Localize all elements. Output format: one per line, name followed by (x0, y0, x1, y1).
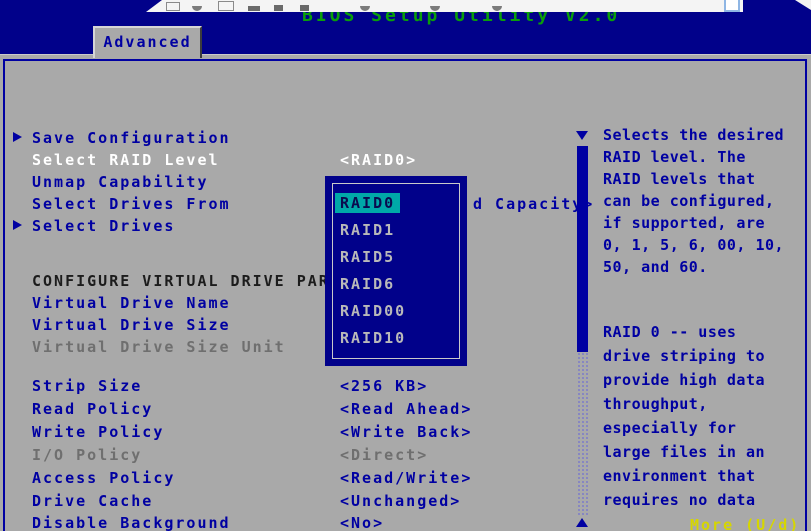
menu-item-label: Select Drives (32, 217, 175, 235)
submenu-arrow-icon (13, 132, 22, 142)
help-text-paragraph: RAID 0 -- usesdrive striping toprovide h… (603, 320, 765, 512)
menu-item-unmap-capability[interactable]: Unmap Capability (0, 173, 590, 190)
window-icon[interactable] (724, 0, 740, 12)
menu-item-select-raid-level[interactable]: Select RAID Level <RAID0> (0, 151, 590, 168)
toolbar-icon-partial[interactable] (300, 5, 309, 11)
raid-option-raid1[interactable]: RAID1 (340, 217, 467, 244)
toolbar-icon-partial[interactable] (274, 5, 283, 11)
help-text-line: Selects the desired (603, 124, 784, 146)
help-more-indicator: More (U/d) (690, 516, 800, 531)
menu-item-label: Unmap Capability (32, 173, 209, 191)
menu-item-value: <256 KB> (340, 377, 428, 395)
scroll-up-icon[interactable] (576, 518, 588, 527)
raid-level-options: RAID0 RAID1 RAID5 RAID6 RAID00 RAID10 (325, 176, 467, 352)
toolbar-icon-partial[interactable] (360, 6, 370, 11)
toolbar-icon-partial[interactable] (430, 6, 440, 11)
help-text-paragraph: Selects the desiredRAID level. TheRAID l… (603, 124, 784, 278)
help-text-line: environment that (603, 464, 765, 488)
raid-level-dropdown: RAID0 RAID1 RAID5 RAID6 RAID00 RAID10 (325, 176, 467, 366)
menu-item-value: <Write Back> (340, 423, 472, 441)
menu-item-read-policy[interactable]: Read Policy <Read Ahead> (0, 400, 590, 417)
help-text-line: can be configured, (603, 190, 784, 212)
menu-item-value: <Read/Write> (340, 469, 472, 487)
menu-item-select-drives[interactable]: Select Drives (0, 217, 590, 234)
scrollbar-thumb[interactable] (577, 146, 588, 352)
menu-item-select-drives-from[interactable]: Select Drives Fromd Capacity> (0, 195, 590, 212)
menu-item-drive-cache[interactable]: Drive Cache <Unchanged> (0, 492, 590, 509)
help-text-line: provide high data (603, 368, 765, 392)
menu-item-label: I/O Policy (32, 446, 142, 464)
option-label: RAID5 (340, 248, 395, 266)
bios-setup-screen: BIOS Setup Utility V2.0 Advanced Create … (0, 0, 811, 531)
toolbar-icon-partial[interactable] (166, 2, 180, 11)
menu-item-label: Disable Background (32, 514, 231, 531)
menu-item-virtual-drive-name[interactable]: Virtual Drive Name (0, 294, 590, 311)
help-text-line: requires no data (603, 488, 765, 512)
menu-item-value: <RAID0> (340, 151, 417, 169)
help-text-line: drive striping to (603, 344, 765, 368)
help-text-line: if supported, are (603, 212, 784, 234)
help-text-line: especially for (603, 416, 765, 440)
menu-item-label: Select RAID Level (32, 151, 220, 169)
toolbar-icon-partial[interactable] (218, 1, 234, 11)
menu-item-label: Virtual Drive Size (32, 316, 231, 334)
menu-item-save-configuration[interactable]: Save Configuration (0, 129, 590, 146)
menu-item-label: Virtual Drive Name (32, 294, 231, 312)
option-label: RAID10 (340, 329, 406, 347)
help-text-line: RAID 0 -- uses (603, 320, 765, 344)
option-label: RAID1 (340, 221, 395, 239)
menu-item-label: Access Policy (32, 469, 175, 487)
help-text-line: 50, and 60. (603, 256, 784, 278)
menu-item-configure-virtual-drive-par: CONFIGURE VIRTUAL DRIVE PAR (0, 272, 590, 289)
menu-item-virtual-drive-size[interactable]: Virtual Drive Size (0, 316, 590, 333)
menu-item-i-o-policy[interactable]: I/O Policy <Direct> (0, 446, 590, 463)
menu-item-label: CONFIGURE VIRTUAL DRIVE PAR (32, 272, 330, 290)
toolbar-icon-partial[interactable] (192, 6, 202, 11)
menu-item-value: <Read Ahead> (340, 400, 472, 418)
menu-item-disable-background[interactable]: Disable Background <No> (0, 514, 590, 531)
window-corner-wedge (795, 0, 811, 10)
menu-item-write-policy[interactable]: Write Policy <Write Back> (0, 423, 590, 440)
menu-item-label: Write Policy (32, 423, 164, 441)
option-label: RAID6 (340, 275, 395, 293)
toolbar-icon-partial[interactable] (492, 6, 502, 11)
menu-item-virtual-drive-size-unit[interactable]: Virtual Drive Size Unit (0, 338, 590, 355)
option-label: RAID00 (340, 302, 406, 320)
help-text-line: throughput, (603, 392, 765, 416)
help-text-line: 0, 1, 5, 6, 00, 10, (603, 234, 784, 256)
menu-item-access-policy[interactable]: Access Policy <Read/Write> (0, 469, 590, 486)
raid-option-raid0[interactable]: RAID0 (340, 190, 467, 217)
help-text-line: RAID levels that (603, 168, 784, 190)
menu-item-value: <Unchanged> (340, 492, 461, 510)
scrollbar-track[interactable] (577, 352, 588, 515)
raid-option-raid00[interactable]: RAID00 (340, 298, 467, 325)
raid-option-raid10[interactable]: RAID10 (340, 325, 467, 352)
raid-option-raid6[interactable]: RAID6 (340, 271, 467, 298)
menu-item-label: Select Drives From (32, 195, 231, 213)
help-text-line: RAID level. The (603, 146, 784, 168)
menu-item-value: <No> (340, 514, 384, 531)
menu-item-label: Read Policy (32, 400, 153, 418)
scroll-down-icon[interactable] (576, 131, 588, 140)
menu-item-label: Virtual Drive Size Unit (32, 338, 286, 356)
menu-item-strip-size[interactable]: Strip Size <256 KB> (0, 377, 590, 394)
menu-item-value: <Direct> (340, 446, 428, 464)
menu-item-label: Save Configuration (32, 129, 231, 147)
submenu-arrow-icon (13, 220, 22, 230)
help-text-line: large files in an (603, 440, 765, 464)
selected-option-highlight: RAID0 (335, 193, 400, 213)
raid-option-raid5[interactable]: RAID5 (340, 244, 467, 271)
tab-advanced[interactable]: Advanced (93, 26, 202, 58)
menu-item-label: Strip Size (32, 377, 142, 395)
toolbar-icon-partial[interactable] (248, 6, 260, 11)
console-toolbar-strip (146, 0, 743, 12)
menu-item-label: Drive Cache (32, 492, 153, 510)
